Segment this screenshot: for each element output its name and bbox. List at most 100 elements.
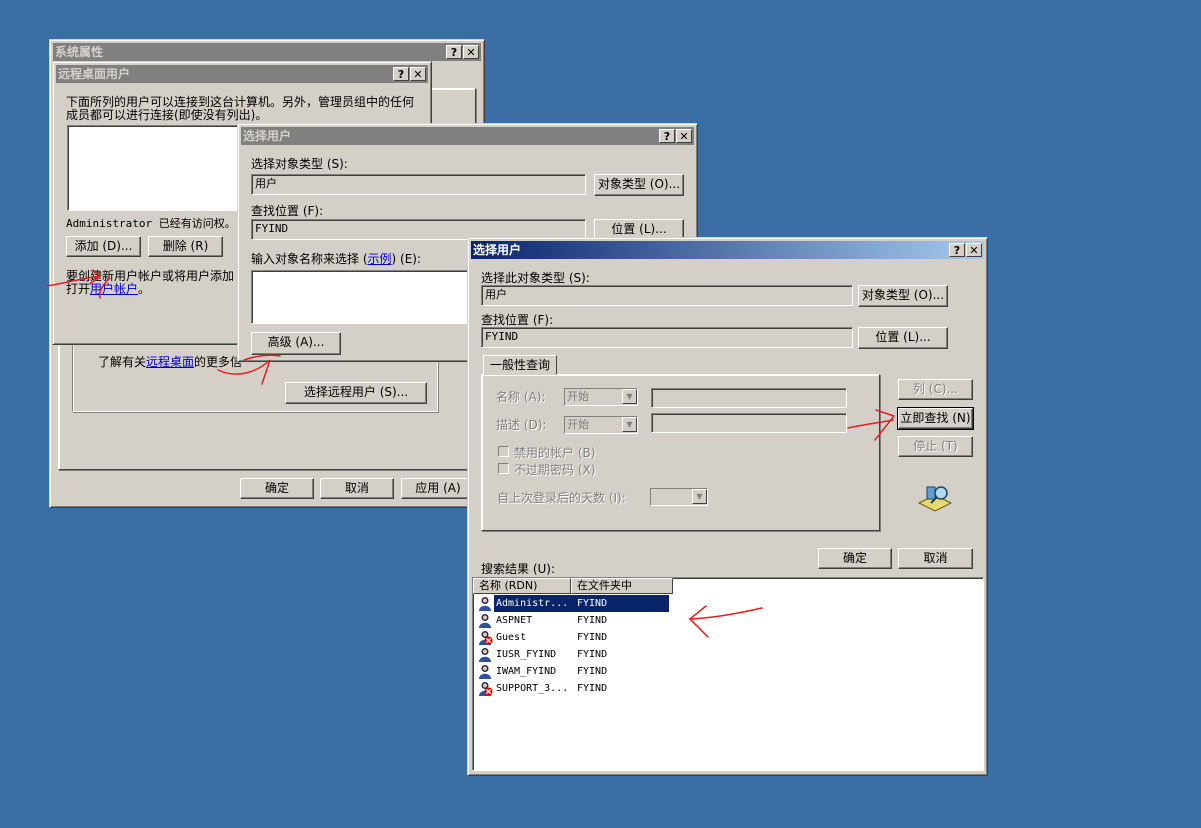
ok-button[interactable]: 确定 bbox=[240, 478, 314, 499]
cancel-button[interactable]: 取消 bbox=[320, 478, 394, 499]
chevron-down-icon: ▼ bbox=[622, 389, 637, 404]
system-properties-titlebar[interactable]: 系统属性 ? ✕ bbox=[53, 43, 481, 61]
result-folder: FYIND bbox=[577, 598, 608, 609]
table-row[interactable]: Administr... FYIND bbox=[473, 594, 673, 613]
user-icon bbox=[478, 596, 493, 611]
results-header: 名称 (RDN) 在文件夹中 bbox=[473, 578, 673, 594]
window-title: 远程桌面用户 bbox=[58, 67, 131, 81]
table-row[interactable]: IWAM_FYIND FYIND bbox=[473, 663, 673, 680]
chevron-down-icon: ▼ bbox=[692, 489, 707, 504]
chevron-down-icon: ▼ bbox=[622, 417, 637, 432]
result-folder: FYIND bbox=[577, 649, 608, 660]
help-button[interactable]: ? bbox=[446, 45, 462, 59]
remote-desktop-link[interactable]: 远程桌面 bbox=[146, 355, 194, 369]
result-folder: FYIND bbox=[577, 666, 608, 677]
result-name: IWAM_FYIND bbox=[496, 666, 557, 677]
advanced-button[interactable]: 高级 (A)... bbox=[251, 332, 341, 355]
description-match-combo[interactable]: 开始 ▼ bbox=[564, 416, 638, 434]
result-name: IUSR_FYIND bbox=[496, 649, 557, 660]
result-folder: FYIND bbox=[577, 632, 608, 643]
enter-names-label: 输入对象名称来选择 (示例) (E): bbox=[251, 252, 421, 266]
object-types-button[interactable]: 对象类型 (O)... bbox=[858, 285, 948, 307]
description-value-field[interactable] bbox=[651, 413, 847, 433]
remote-users-titlebar[interactable]: 远程桌面用户 ? ✕ bbox=[56, 65, 428, 83]
no-expire-password-checkbox[interactable] bbox=[498, 463, 509, 474]
add-button[interactable]: 添加 (D)... bbox=[66, 236, 141, 257]
apply-button[interactable]: 应用 (A) bbox=[401, 478, 475, 499]
no-expire-password-label: 不过期密码 (X) bbox=[514, 463, 596, 477]
location-field: FYIND bbox=[481, 327, 853, 348]
select-users-front-titlebar[interactable]: 选择用户 ? ✕ bbox=[471, 241, 984, 259]
object-types-button[interactable]: 对象类型 (O)... bbox=[594, 174, 684, 196]
result-name: ASPNET bbox=[496, 615, 533, 626]
result-name: Guest bbox=[496, 632, 527, 643]
remote-desktop-info: 了解有关远程桌面的更多信 bbox=[98, 355, 243, 369]
table-row[interactable]: ASPNET FYIND bbox=[473, 612, 673, 629]
help-button[interactable]: ? bbox=[393, 67, 409, 81]
table-row[interactable]: Guest FYIND bbox=[473, 629, 673, 646]
tab-general-query[interactable]: 一般性查询 bbox=[483, 355, 557, 375]
result-folder: FYIND bbox=[577, 615, 608, 626]
window-title: 选择用户 bbox=[473, 243, 522, 257]
description-line-2: 成员都可以进行连接(即使没有列出)。 bbox=[66, 108, 268, 122]
location-label: 查找位置 (F): bbox=[481, 313, 554, 327]
find-now-button[interactable]: 立即查找 (N) bbox=[897, 407, 974, 430]
tab-label: 一般性查询 bbox=[489, 358, 550, 372]
combo-value: 开始 bbox=[567, 390, 589, 403]
disabled-accounts-label: 禁用的帐户 (B) bbox=[514, 446, 596, 460]
description-label: 描述 (D): bbox=[496, 418, 547, 432]
object-type-field: 用户 bbox=[251, 174, 586, 195]
days-since-login-label: 自上次登录后的天数 (I): bbox=[497, 491, 626, 505]
result-name: SUPPORT_3... bbox=[496, 683, 569, 694]
column-header-name[interactable]: 名称 (RDN) bbox=[473, 578, 571, 594]
create-user-text-line-2: 打开用户帐户。 bbox=[66, 282, 151, 296]
search-results-list[interactable]: 名称 (RDN) 在文件夹中 Administr... FYIND ASPNET FY… bbox=[472, 577, 984, 771]
table-row[interactable]: SUPPORT_3... FYIND bbox=[473, 680, 673, 697]
cancel-button[interactable]: 取消 bbox=[898, 548, 973, 569]
table-row[interactable]: IUSR_FYIND FYIND bbox=[473, 646, 673, 663]
column-header-folder[interactable]: 在文件夹中 bbox=[571, 578, 673, 594]
name-match-combo[interactable]: 开始 ▼ bbox=[564, 388, 638, 406]
search-results-label: 搜索结果 (U): bbox=[481, 562, 556, 576]
window-title: 选择用户 bbox=[243, 129, 292, 143]
object-type-label: 选择此对象类型 (S): bbox=[481, 271, 590, 285]
close-button[interactable]: ✕ bbox=[676, 129, 692, 143]
users-listbox[interactable] bbox=[67, 125, 252, 211]
columns-button[interactable]: 列 (C)... bbox=[898, 379, 973, 400]
column-header-label: 名称 (RDN) bbox=[479, 579, 538, 592]
select-users-window-front: 选择用户 ? ✕ 选择此对象类型 (S): 用户 对象类型 (O)... 查找位… bbox=[467, 237, 988, 776]
examples-link[interactable]: 示例 bbox=[368, 252, 392, 266]
admin-access-text: Administrator 已经有访问权。 bbox=[66, 217, 236, 230]
disabled-user-icon bbox=[478, 630, 493, 645]
disabled-user-icon bbox=[478, 681, 493, 696]
result-folder: FYIND bbox=[577, 683, 608, 694]
combo-value: 开始 bbox=[567, 418, 589, 431]
help-button[interactable]: ? bbox=[949, 243, 965, 257]
object-type-field: 用户 bbox=[481, 285, 853, 306]
user-icon bbox=[478, 664, 493, 679]
user-icon bbox=[478, 613, 493, 628]
location-label: 查找位置 (F): bbox=[251, 204, 324, 218]
close-button[interactable]: ✕ bbox=[966, 243, 982, 257]
name-value-field[interactable] bbox=[651, 388, 847, 408]
help-button[interactable]: ? bbox=[659, 129, 675, 143]
object-type-label: 选择对象类型 (S): bbox=[251, 157, 348, 171]
column-header-label: 在文件夹中 bbox=[577, 579, 632, 592]
select-users-back-titlebar[interactable]: 选择用户 ? ✕ bbox=[241, 127, 694, 145]
user-icon bbox=[478, 647, 493, 662]
close-button[interactable]: ✕ bbox=[463, 45, 479, 59]
object-names-input[interactable] bbox=[251, 270, 471, 324]
select-remote-users-button[interactable]: 选择远程用户 (S)... bbox=[285, 382, 427, 404]
close-button[interactable]: ✕ bbox=[410, 67, 426, 81]
days-since-login-combo[interactable]: ▼ bbox=[650, 488, 708, 506]
locations-button[interactable]: 位置 (L)... bbox=[858, 327, 948, 349]
results-rows: Administr... FYIND ASPNET FYIND Guest FYIND IU… bbox=[473, 594, 773, 697]
remove-button[interactable]: 删除 (R) bbox=[148, 236, 223, 257]
ok-button[interactable]: 确定 bbox=[818, 548, 892, 569]
name-label: 名称 (A): bbox=[496, 390, 546, 404]
user-accounts-link[interactable]: 用户帐户 bbox=[90, 282, 138, 296]
disabled-accounts-checkbox[interactable] bbox=[498, 446, 509, 457]
stop-button[interactable]: 停止 (T) bbox=[898, 436, 973, 457]
search-users-icon bbox=[917, 481, 953, 513]
window-title: 系统属性 bbox=[55, 45, 104, 59]
